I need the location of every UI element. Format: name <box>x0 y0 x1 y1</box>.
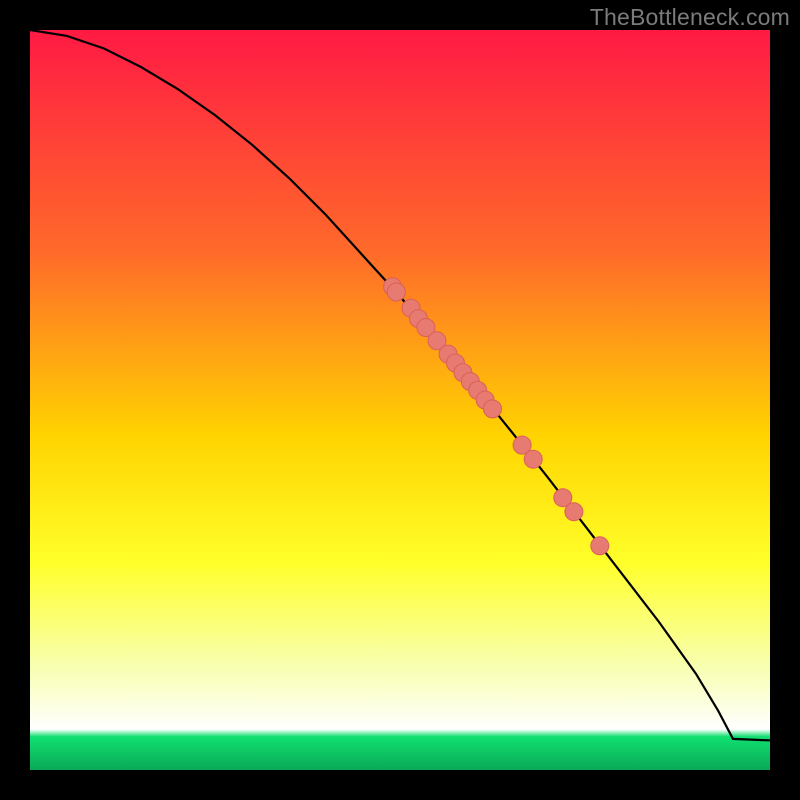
plot-area <box>30 30 770 770</box>
gradient-background <box>30 30 770 770</box>
data-point <box>565 503 583 521</box>
data-point <box>591 537 609 555</box>
data-point <box>484 400 502 418</box>
watermark-text: TheBottleneck.com <box>590 4 790 31</box>
chart-frame: TheBottleneck.com <box>0 0 800 800</box>
data-point <box>524 450 542 468</box>
chart-canvas <box>30 30 770 770</box>
data-point <box>387 283 405 301</box>
